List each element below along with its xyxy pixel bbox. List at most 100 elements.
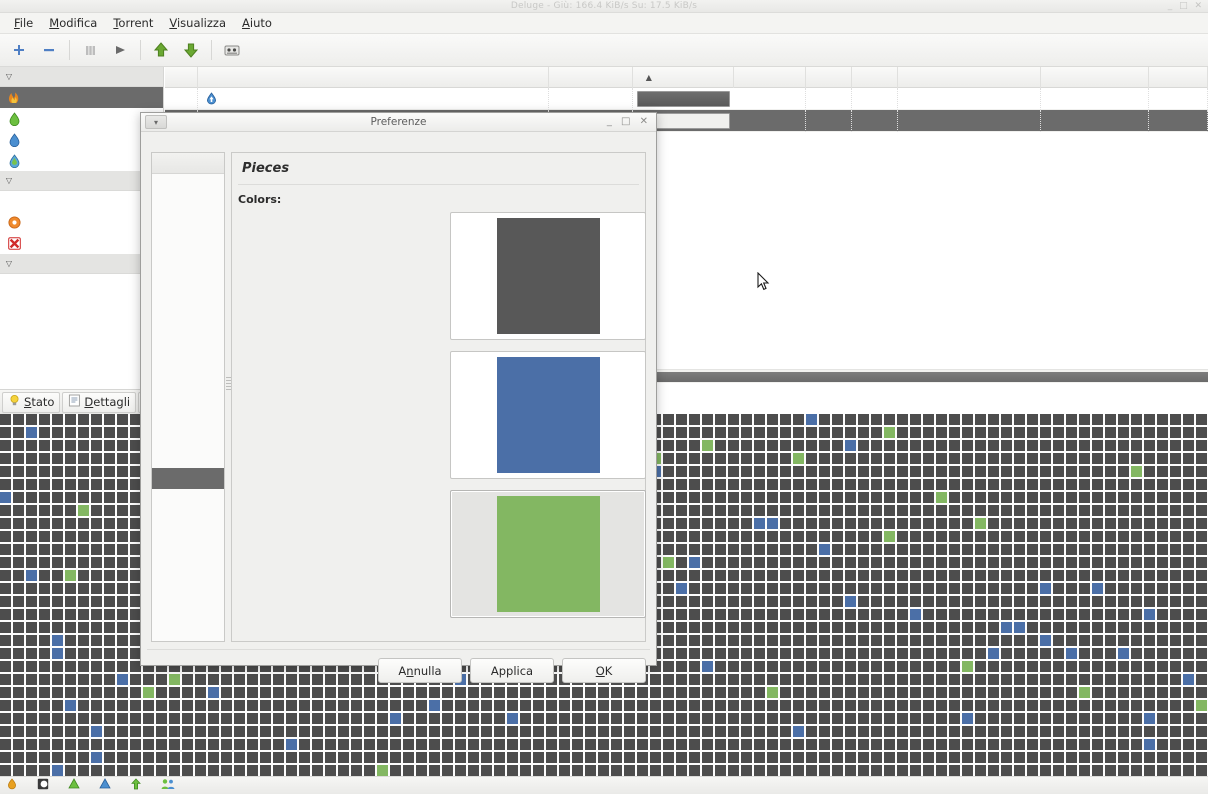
piece-not-downloaded — [104, 687, 115, 698]
sidebar-item-seeding[interactable] — [0, 129, 163, 150]
status-item-dht[interactable] — [37, 778, 54, 793]
piece-not-downloaded — [65, 765, 76, 776]
column-header--[interactable] — [165, 67, 199, 88]
color-swatch-button[interactable] — [450, 490, 646, 618]
sidebar-item-linuxtracker-org[interactable] — [0, 212, 163, 233]
dialog-category-demone[interactable] — [152, 279, 224, 300]
menu-item-file[interactable]: File — [6, 14, 41, 32]
sidebar-tab-dettagli[interactable]: Dettagli — [62, 391, 137, 413]
dialog-category-proxy[interactable] — [152, 321, 224, 342]
status-item-upload[interactable] — [99, 778, 116, 793]
apply-button[interactable]: Applica — [470, 658, 554, 683]
piece-not-downloaded — [598, 752, 609, 763]
piece-not-downloaded — [949, 414, 960, 425]
dialog-category-altro[interactable] — [152, 258, 224, 279]
piece-not-downloaded — [923, 765, 934, 776]
dialog-category-banda[interactable] — [152, 216, 224, 237]
piece-not-downloaded — [78, 726, 89, 737]
sidebar-item-distro[interactable] — [0, 295, 163, 316]
column-header-nome[interactable] — [198, 67, 550, 88]
sidebar-item-active[interactable] — [0, 150, 163, 171]
dialog-category-accoda[interactable] — [152, 300, 224, 321]
color-swatch-button[interactable] — [450, 212, 646, 340]
menu-item-torrent[interactable]: Torrent — [105, 14, 161, 32]
column-header-velocit-d-invio[interactable] — [1041, 67, 1150, 88]
piece-not-downloaded — [598, 713, 609, 724]
piece-not-downloaded — [468, 700, 479, 711]
menu-item-aiuto[interactable]: Aiuto — [234, 14, 280, 32]
piece-not-downloaded — [52, 557, 63, 568]
sidebar-group-tracker[interactable]: ▽ — [0, 171, 163, 191]
status-item-download[interactable] — [68, 778, 85, 793]
piece-not-downloaded — [1027, 609, 1038, 620]
column-header-distributori[interactable] — [734, 67, 806, 88]
menu-item-modifica[interactable]: Modifica — [41, 14, 105, 32]
remove-torrent-button[interactable] — [34, 36, 64, 64]
window-controls[interactable]: _ □ ✕ — [1168, 1, 1204, 12]
piece-not-downloaded — [13, 622, 24, 633]
hscrollbar-thumb[interactable] — [654, 372, 1208, 382]
column-header-avanzamento[interactable]: ▲ — [633, 67, 734, 88]
piece-not-downloaded — [1157, 596, 1168, 607]
piece-not-downloaded — [1066, 635, 1077, 646]
piece-not-downloaded — [585, 752, 596, 763]
status-item-connection[interactable] — [6, 778, 23, 793]
dialog-window-controls[interactable]: _ □ ✕ — [607, 116, 651, 128]
sidebar-item-openbittorrent-com[interactable] — [0, 233, 163, 254]
dialog-category-stats[interactable] — [152, 447, 224, 468]
pause-button[interactable] — [75, 36, 105, 64]
resume-button[interactable] — [105, 36, 135, 64]
column-header-disp[interactable] — [852, 67, 898, 88]
dialog-category-etichetta[interactable] — [152, 426, 224, 447]
ok-button[interactable]: OK — [562, 658, 646, 683]
piece-not-downloaded — [650, 687, 661, 698]
sidebar-item-altro[interactable] — [0, 274, 163, 295]
dialog-category-interfaccia[interactable] — [152, 237, 224, 258]
dialog-category-categories[interactable] — [152, 153, 224, 174]
add-torrent-button[interactable] — [4, 36, 34, 64]
piece-not-downloaded — [1014, 635, 1025, 646]
sidebar-item-downloading[interactable] — [0, 108, 163, 129]
dialog-category-rete[interactable] — [152, 195, 224, 216]
sidebar-item-all[interactable] — [0, 87, 163, 108]
table-row[interactable] — [165, 87, 1208, 110]
dialog-menu-button[interactable]: ▾ — [145, 115, 167, 129]
sidebar-item-musica[interactable] — [0, 337, 163, 358]
piece-not-downloaded — [156, 739, 167, 750]
cancel-button[interactable]: Annulla — [378, 658, 462, 683]
piece-not-downloaded — [923, 622, 934, 633]
color-swatch-button[interactable] — [450, 351, 646, 479]
piece-not-downloaded — [702, 479, 713, 490]
piece-not-downloaded — [39, 427, 50, 438]
column-header-peer[interactable] — [806, 67, 852, 88]
dialog-category-cache[interactable] — [152, 363, 224, 384]
piece-not-downloaded — [871, 427, 882, 438]
menu-item-visualizza[interactable]: Visualizza — [161, 14, 234, 32]
piece-not-downloaded — [312, 739, 323, 750]
piece-not-downloaded — [1170, 518, 1181, 529]
piece-not-downloaded — [1079, 544, 1090, 555]
sidebar-tab-stato[interactable]: Stato — [2, 391, 61, 413]
piece-downloaded — [676, 583, 687, 594]
sidebar-group-stato[interactable]: ▽ — [0, 67, 163, 87]
preferences-button[interactable] — [217, 36, 247, 64]
dialog-category-scaricamenti[interactable] — [152, 174, 224, 195]
queue-up-button[interactable] — [146, 36, 176, 64]
status-item-protocol[interactable] — [130, 778, 147, 793]
window-titlebar: Deluge - Giù: 166.4 KiB/s Su: 17.5 KiB/s… — [0, 0, 1208, 13]
column-header-dimensione[interactable] — [549, 67, 633, 88]
queue-down-button[interactable] — [176, 36, 206, 64]
column-header-tempo[interactable] — [1149, 67, 1208, 88]
sidebar-item-error[interactable] — [0, 191, 163, 212]
dialog-category-notifica[interactable] — [152, 342, 224, 363]
dialog-category-pieces[interactable] — [152, 468, 224, 489]
dialog-category-plugin[interactable] — [152, 384, 224, 405]
piece-not-downloaded — [1144, 622, 1155, 633]
sidebar-group-labels[interactable]: ▽ — [0, 254, 163, 274]
dialog-category-blocklist[interactable] — [152, 405, 224, 426]
status-item-peers[interactable] — [161, 778, 180, 793]
column-header-velocit-di-scaricamento[interactable] — [898, 67, 1042, 88]
piece-not-downloaded — [325, 674, 336, 685]
sidebar-item-film[interactable] — [0, 316, 163, 337]
piece-not-downloaded — [663, 505, 674, 516]
